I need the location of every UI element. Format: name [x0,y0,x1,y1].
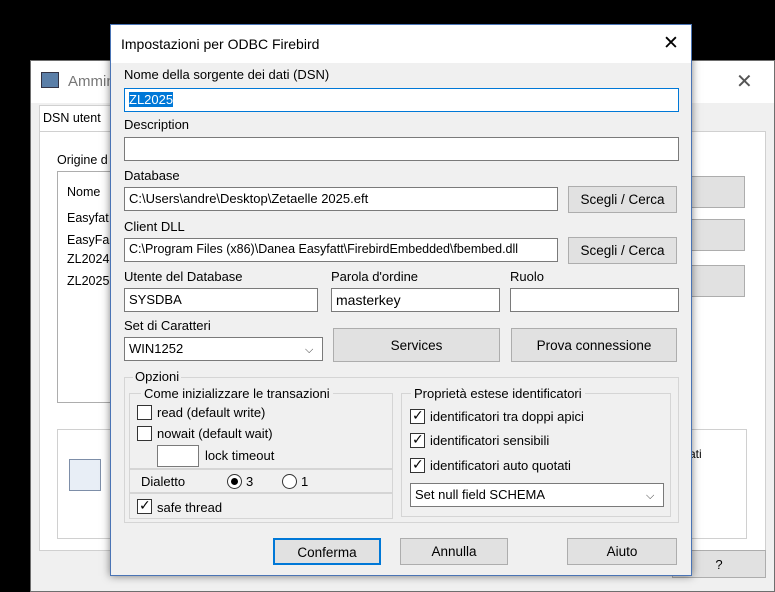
read-checkbox[interactable] [137,405,152,420]
list-item[interactable]: Easyfat [67,211,111,225]
database-input[interactable]: C:\Users\andre\Desktop\Zetaelle 2025.eft [124,187,558,211]
dialog-title: Impostazioni per ODBC Firebird [121,36,320,52]
password-input[interactable]: masterkey [331,288,500,312]
admin-app-icon [41,72,59,88]
user-input[interactable]: SYSDBA [124,288,318,312]
list-item[interactable]: ZL2024 [67,252,111,266]
dialect-3-label: 3 [246,474,254,489]
quoted-identifiers-label: identificatori tra doppi apici [430,409,584,424]
user-label: Utente del Database [124,269,243,284]
client-dll-browse-button[interactable]: Scegli / Cerca [568,237,677,264]
charset-value: WIN1252 [129,341,184,356]
admin-remove-button[interactable] [689,219,745,251]
sensitive-identifiers-checkbox[interactable] [410,432,425,448]
list-item[interactable]: EasyFa [67,233,111,247]
safe-thread-checkbox[interactable] [137,498,152,514]
client-dll-input[interactable]: C:\Program Files (x86)\Danea Easyfatt\Fi… [124,238,558,262]
autoquoted-identifiers-checkbox[interactable] [410,457,425,473]
options-group-label: Opzioni [133,369,182,384]
dialog-close-icon[interactable]: ✕ [663,32,679,54]
odbc-info-icon [69,459,101,491]
transactions-label: Come inizializzare le transazioni [141,386,333,401]
confirm-button[interactable]: Conferma [273,538,381,565]
admin-configure-button[interactable] [689,265,745,297]
cancel-button[interactable]: Annulla [400,538,508,565]
charset-label: Set di Caratteri [124,318,211,333]
quoted-identifiers-checkbox[interactable] [410,408,425,424]
password-label: Parola d'ordine [331,269,419,284]
services-button[interactable]: Services [333,328,500,362]
read-checkbox-label: read (default write) [157,405,266,420]
nowait-checkbox-label: nowait (default wait) [157,426,273,441]
null-field-value: Set null field SCHEMA [415,487,546,502]
nowait-checkbox[interactable] [137,426,152,441]
identifiers-label: Proprietà estese identificatori [411,386,585,401]
dsn-input[interactable]: ZL2025 [124,88,679,112]
admin-close-icon[interactable]: ✕ [736,69,753,93]
description-label: Description [124,117,190,132]
dialect-label: Dialetto [141,474,186,489]
firebird-odbc-settings-dialog: Impostazioni per ODBC Firebird ✕ Nome de… [110,24,692,576]
lock-timeout-input[interactable] [157,445,199,467]
origin-group-label: Origine d [57,153,108,167]
admin-add-button[interactable] [689,176,745,208]
chevron-down-icon[interactable]: ⌵ [646,489,654,503]
test-connection-button[interactable]: Prova connessione [511,328,677,362]
dsn-input-value: ZL2025 [129,92,174,107]
admin-window-title: Ammini [68,73,112,90]
role-input[interactable] [510,288,679,312]
autoquoted-identifiers-label: identificatori auto quotati [430,458,571,473]
database-label: Database [124,168,180,183]
database-browse-button[interactable]: Scegli / Cerca [568,186,677,213]
dsn-label: Nome della sorgente dei dati (DSN) [124,67,330,82]
client-dll-label: Client DLL [124,219,185,234]
list-header-name: Nome [67,185,101,199]
safe-thread-label: safe thread [157,500,223,515]
sensitive-identifiers-label: identificatori sensibili [430,433,550,448]
lock-timeout-label: lock timeout [205,448,275,463]
list-item-selected[interactable]: ZL2025 [67,274,111,288]
dialect-1-label: 1 [301,474,309,489]
chevron-down-icon[interactable]: ⌵ [305,343,313,357]
dialect-3-radio[interactable] [227,474,242,489]
description-input[interactable] [124,137,679,161]
role-label: Ruolo [510,269,544,284]
info-text-fragment: ati [689,447,702,461]
tab-user-dsn-label: DSN utent [43,111,101,125]
dialect-1-radio[interactable] [282,474,297,489]
help-button[interactable]: Aiuto [567,538,677,565]
null-field-select[interactable]: Set null field SCHEMA [410,483,664,507]
charset-select[interactable]: WIN1252 [124,337,323,361]
